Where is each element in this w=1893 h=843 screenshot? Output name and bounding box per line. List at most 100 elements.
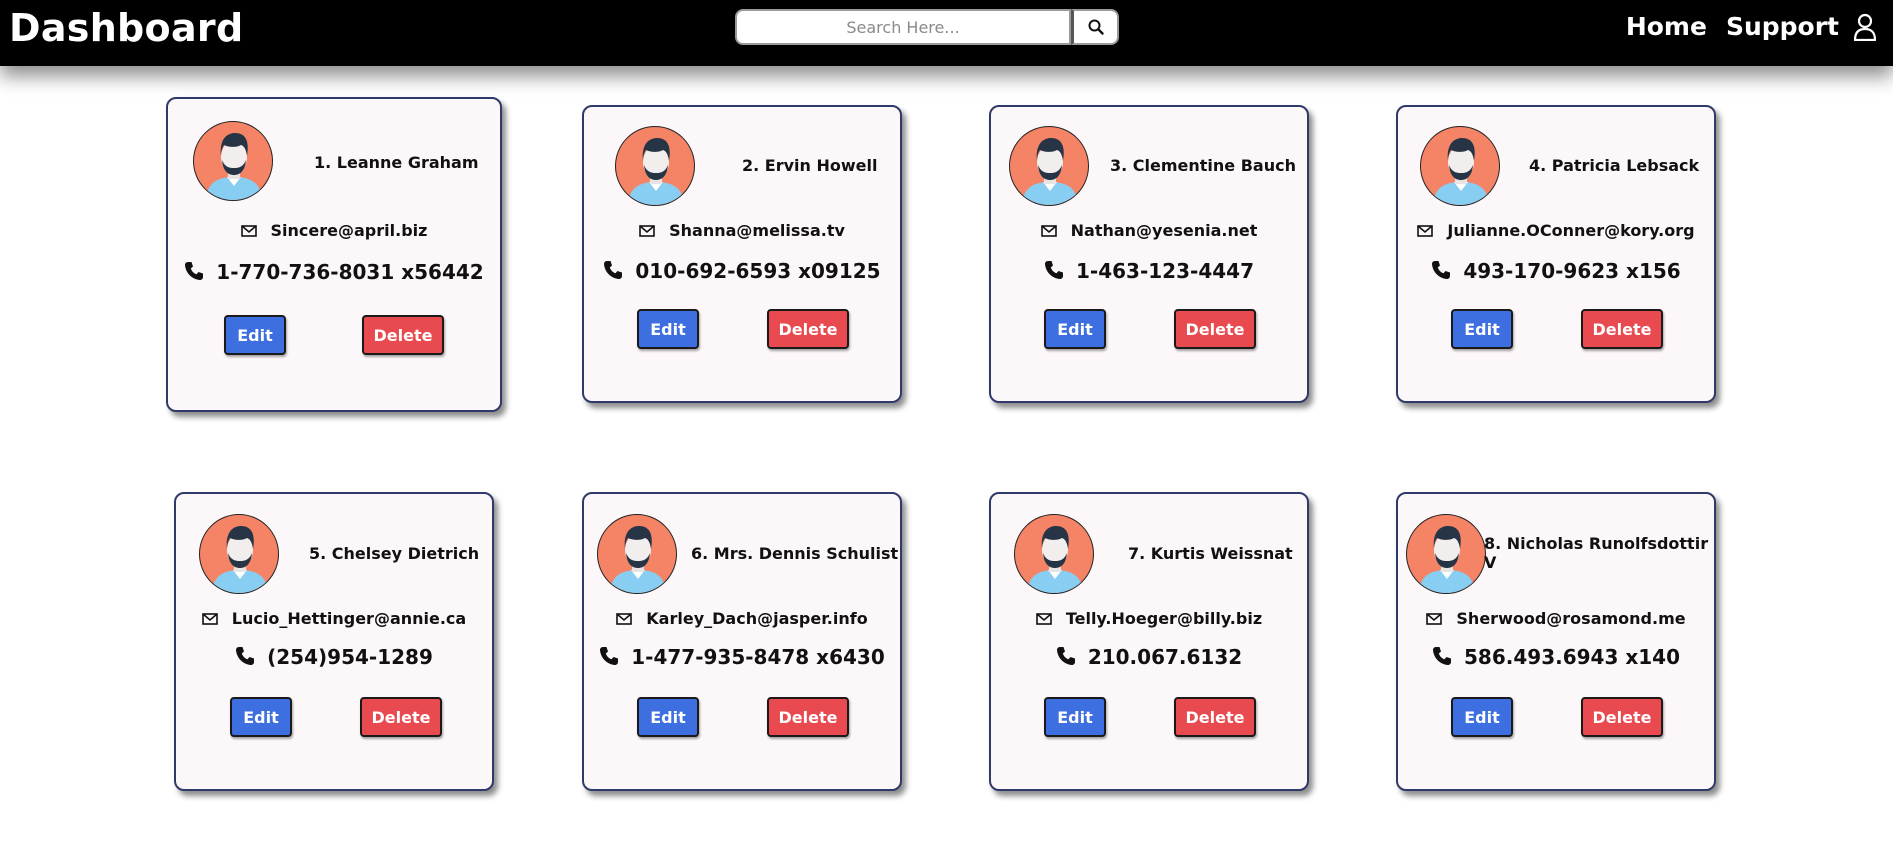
edit-button[interactable]: Edit [1451,697,1513,737]
user-email: Julianne.OConner@kory.org [1447,221,1695,240]
user-email-row: Julianne.OConner@kory.org [1398,221,1714,240]
user-phone-row: 210.067.6132 [991,645,1307,669]
delete-button[interactable]: Delete [1174,697,1256,737]
user-phone: 1-463-123-4447 [1076,259,1254,283]
delete-button[interactable]: Delete [1581,309,1663,349]
user-email: Karley_Dach@jasper.info [646,609,868,628]
user-card: 3. Clementine Bauch Nathan@yesenia.net 1… [989,105,1309,403]
user-name: 2. Ervin Howell [742,156,878,175]
user-phone-row: (254)954-1289 [176,645,492,669]
edit-button[interactable]: Edit [230,697,292,737]
user-card: 8. Nicholas Runolfsdottir V Sherwood@ros… [1396,492,1716,791]
user-avatar [1009,126,1089,206]
main-nav: Home Support [1607,10,1877,44]
user-email-row: Karley_Dach@jasper.info [584,609,900,628]
phone-icon [1432,261,1451,279]
user-name: 5. Chelsey Dietrich [309,544,480,563]
avatar-icon [206,133,262,200]
user-email: Sincere@april.biz [270,221,428,240]
user-email-row: Nathan@yesenia.net [991,221,1307,240]
delete-button[interactable]: Delete [1174,309,1256,349]
phone-icon [604,261,623,279]
user-email-row: Telly.Hoeger@billy.biz [991,609,1307,628]
user-name: 8. Nicholas Runolfsdottir V [1484,534,1709,572]
user-email: Shanna@melissa.tv [669,221,845,240]
envelope-icon [1036,613,1052,625]
user-card: 6. Mrs. Dennis Schulist Karley_Dach@jasp… [582,492,902,791]
edit-button[interactable]: Edit [224,315,286,355]
user-email: Telly.Hoeger@billy.biz [1065,609,1263,628]
envelope-icon [201,613,218,625]
envelope-icon [639,225,655,237]
user-avatar [199,514,279,594]
avatar-icon [1419,526,1475,593]
delete-button[interactable]: Delete [767,309,849,349]
user-phone: 210.067.6132 [1087,645,1243,669]
nav-home-link[interactable]: Home [1626,10,1707,44]
user-phone: 493-170-9623 x156 [1463,259,1681,283]
user-icon [1853,13,1877,41]
phone-icon [1433,647,1452,665]
user-card: 5. Chelsey Dietrich Lucio_Hettinger@anni… [174,492,494,791]
envelope-icon [616,613,633,625]
user-phone-row: 1-463-123-4447 [991,259,1307,283]
avatar-icon [628,138,684,205]
avatar-icon [1022,138,1078,205]
delete-button[interactable]: Delete [360,697,442,737]
search-button[interactable] [1071,9,1119,45]
user-avatar [1014,514,1094,594]
envelope-icon [240,225,257,237]
search-bar [735,9,1120,45]
phone-icon [1056,647,1075,665]
envelope-icon [1417,225,1434,237]
user-email: Sherwood@rosamond.me [1456,609,1686,628]
delete-button[interactable]: Delete [767,697,849,737]
nav-support-link[interactable]: Support [1726,10,1839,44]
avatar-icon [1433,138,1489,205]
user-name: 7. Kurtis Weissnat [1128,544,1293,563]
user-email-row: Sincere@april.biz [168,221,500,240]
envelope-icon [1426,613,1443,625]
edit-button[interactable]: Edit [637,697,699,737]
user-card: 7. Kurtis Weissnat Telly.Hoeger@billy.bi… [989,492,1309,791]
app-title: Dashboard [9,6,244,50]
envelope-icon [1040,225,1057,237]
user-phone-row: 010-692-6593 x09125 [584,259,900,283]
user-name: 6. Mrs. Dennis Schulist [691,544,899,563]
user-email: Lucio_Hettinger@annie.ca [231,609,467,628]
user-avatar [1406,514,1486,594]
avatar-icon [610,526,666,593]
user-phone-row: 586.493.6943 x140 [1398,645,1714,669]
avatar-icon [1027,526,1083,593]
user-card: 1. Leanne Graham Sincere@april.biz 1-770… [166,97,502,412]
user-phone: 1-477-935-8478 x6430 [631,645,885,669]
top-navbar: Dashboard Home Support [0,0,1893,66]
user-email-row: Sherwood@rosamond.me [1398,609,1714,628]
phone-icon [185,262,204,280]
user-email: Nathan@yesenia.net [1070,221,1258,240]
phone-icon [236,647,255,665]
avatar-icon [212,526,268,593]
edit-button[interactable]: Edit [1044,309,1106,349]
user-avatar [1420,126,1500,206]
user-card: 4. Patricia Lebsack Julianne.OConner@kor… [1396,105,1716,403]
delete-button[interactable]: Delete [1581,697,1663,737]
user-email-row: Shanna@melissa.tv [584,221,900,240]
user-card: 2. Ervin Howell Shanna@melissa.tv 010-69… [582,105,902,403]
edit-button[interactable]: Edit [637,309,699,349]
user-phone-row: 1-477-935-8478 x6430 [584,645,900,669]
user-avatar [597,514,677,594]
phone-icon [600,647,619,665]
search-input[interactable] [735,9,1071,45]
delete-button[interactable]: Delete [362,315,444,355]
user-profile-button[interactable] [1853,13,1877,41]
search-icon [1088,19,1104,35]
user-phone: 586.493.6943 x140 [1464,645,1680,669]
edit-button[interactable]: Edit [1044,697,1106,737]
edit-button[interactable]: Edit [1451,309,1513,349]
user-phone: (254)954-1289 [267,645,433,669]
user-phone-row: 1-770-736-8031 x56442 [168,260,500,284]
user-email-row: Lucio_Hettinger@annie.ca [176,609,492,628]
user-phone: 010-692-6593 x09125 [635,259,881,283]
user-avatar [615,126,695,206]
